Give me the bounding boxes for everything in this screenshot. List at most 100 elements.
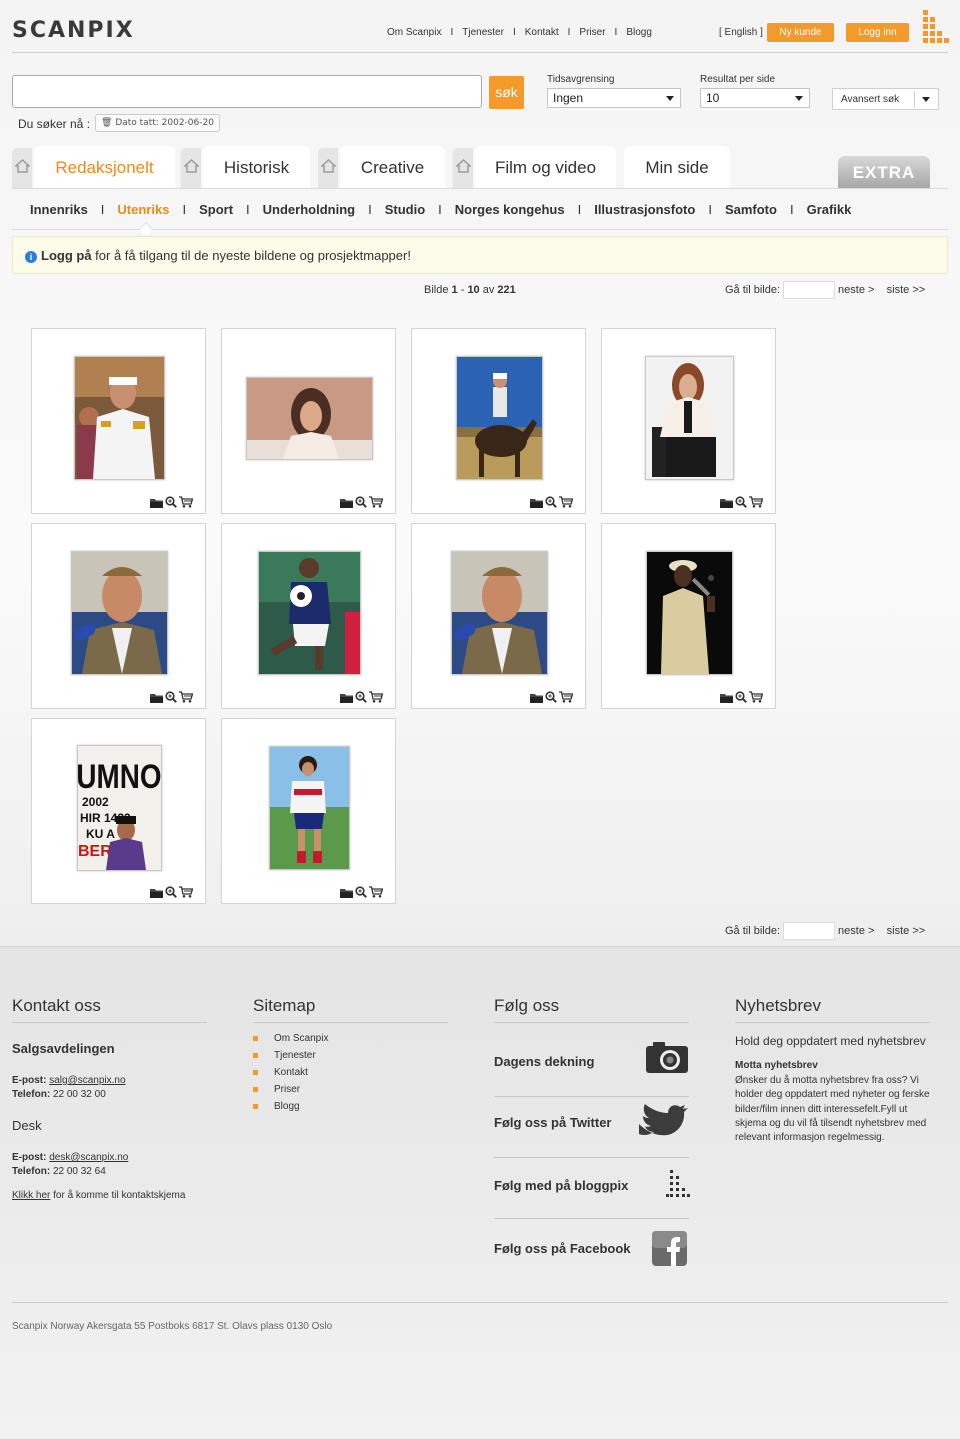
home-icon[interactable] [12,148,32,188]
last-link[interactable]: siste >> [887,284,926,296]
cart-icon[interactable] [179,496,193,508]
result-card[interactable] [601,328,776,514]
sitemap-priser[interactable]: Priser [253,1084,328,1101]
home-icon[interactable] [453,148,473,188]
trash-icon[interactable]: 🗑 [101,118,112,128]
bloggpix-icon[interactable] [666,1170,690,1200]
result-card[interactable] [221,523,396,709]
salg-email-link[interactable]: salg@scanpix.no [49,1075,125,1086]
scanpix-logo[interactable]: SCANPIX [12,18,135,43]
category-underholdning[interactable]: Underholdning [263,202,355,217]
folder-icon[interactable] [340,692,353,703]
search-button[interactable]: søk [489,76,524,109]
thumbnail-image[interactable] [456,356,543,480]
zoom-icon[interactable] [545,691,557,703]
dagens-dekning-link[interactable]: Dagens dekning [494,1054,594,1069]
sitemap-tjenester[interactable]: Tjenester [253,1050,328,1067]
result-card[interactable]: UMNO 2002 HIR 1423 KU A BER HI [31,718,206,904]
topnav-tjenester[interactable]: Tjenester [462,27,504,38]
search-input[interactable] [12,75,482,108]
result-card[interactable] [601,523,776,709]
result-card[interactable] [411,328,586,514]
folder-icon[interactable] [340,887,353,898]
last-link[interactable]: siste >> [887,925,926,937]
folder-icon[interactable] [530,692,543,703]
cart-icon[interactable] [559,691,573,703]
thumbnail-image[interactable] [269,746,350,870]
extra-tab[interactable]: EXTRA [838,156,930,188]
home-icon[interactable] [181,148,201,188]
category-grafikk[interactable]: Grafikk [807,202,852,217]
thumbnail-image[interactable] [71,551,168,675]
login-button[interactable]: Logg inn [846,23,909,42]
thumbnail-image[interactable]: UMNO 2002 HIR 1423 KU A BER HI [77,745,162,871]
thumbnail-image[interactable] [258,551,361,675]
cart-icon[interactable] [369,496,383,508]
zoom-icon[interactable] [165,496,177,508]
cart-icon[interactable] [369,691,383,703]
resultat-select[interactable]: 10 [700,88,810,108]
category-illustrasjonsfoto[interactable]: Illustrasjonsfoto [594,202,695,217]
category-sport[interactable]: Sport [199,202,233,217]
folder-icon[interactable] [340,497,353,508]
result-card[interactable] [221,718,396,904]
category-studio[interactable]: Studio [385,202,425,217]
category-innenriks[interactable]: Innenriks [30,202,88,217]
next-link[interactable]: neste > [838,284,874,296]
twitter-bird-icon[interactable] [637,1104,689,1144]
category-utenriks[interactable]: Utenriks [117,202,169,217]
filter-chip[interactable]: 🗑 Dato tatt: 2002-06-20 [95,114,220,132]
topnav-blogg[interactable]: Blogg [626,27,652,38]
category-norges-kongehus[interactable]: Norges kongehus [455,202,565,217]
folder-icon[interactable] [150,692,163,703]
topnav-kontakt[interactable]: Kontakt [525,27,559,38]
tab-redaksjonelt[interactable]: Redaksjonelt [34,146,175,188]
twitter-link[interactable]: Følg oss på Twitter [494,1115,612,1130]
zoom-icon[interactable] [355,886,367,898]
zoom-icon[interactable] [735,496,747,508]
cart-icon[interactable] [749,496,763,508]
folder-icon[interactable] [150,887,163,898]
zoom-icon[interactable] [165,886,177,898]
cart-icon[interactable] [559,496,573,508]
advanced-search-dropdown[interactable]: Avansert søk [832,88,939,110]
facebook-icon[interactable] [652,1231,687,1266]
topnav-om-scanpix[interactable]: Om Scanpix [387,27,441,38]
result-card[interactable] [31,328,206,514]
tab-film-og-video[interactable]: Film og video [475,146,616,188]
cart-icon[interactable] [179,691,193,703]
goto-input[interactable] [783,281,836,299]
sitemap-om-scanpix[interactable]: Om Scanpix [253,1033,328,1050]
folder-icon[interactable] [720,497,733,508]
zoom-icon[interactable] [355,691,367,703]
thumbnail-image[interactable] [74,356,165,480]
nyhetsbrev-signup-link[interactable]: Motta nyhetsbrev [735,1060,818,1071]
thumbnail-image[interactable] [645,356,734,480]
sitemap-kontakt[interactable]: Kontakt [253,1067,328,1084]
zoom-icon[interactable] [735,691,747,703]
klikk-her-link[interactable]: Klikk her [12,1190,50,1201]
tab-min-side[interactable]: Min side [624,146,730,188]
cart-icon[interactable] [179,886,193,898]
folder-icon[interactable] [150,497,163,508]
tab-creative[interactable]: Creative [340,146,445,188]
zoom-icon[interactable] [165,691,177,703]
new-customer-button[interactable]: Ny kunde [767,23,834,42]
result-card[interactable] [221,328,396,514]
bloggpix-link[interactable]: Følg med på bloggpix [494,1178,628,1193]
zoom-icon[interactable] [355,496,367,508]
thumbnail-image[interactable] [451,551,548,675]
topnav-priser[interactable]: Priser [579,27,605,38]
thumbnail-image[interactable] [646,551,733,675]
facebook-link[interactable]: Følg oss på Facebook [494,1241,631,1256]
tab-historisk[interactable]: Historisk [203,146,310,188]
desk-email-link[interactable]: desk@scanpix.no [49,1152,128,1163]
notice-login-link[interactable]: Logg på [41,248,92,263]
folder-icon[interactable] [530,497,543,508]
home-icon[interactable] [318,148,338,188]
english-link[interactable]: [ English ] [719,27,763,38]
camera-icon[interactable] [645,1040,689,1074]
cart-icon[interactable] [749,691,763,703]
tidsavgrensing-select[interactable]: Ingen [547,88,681,108]
folder-icon[interactable] [720,692,733,703]
